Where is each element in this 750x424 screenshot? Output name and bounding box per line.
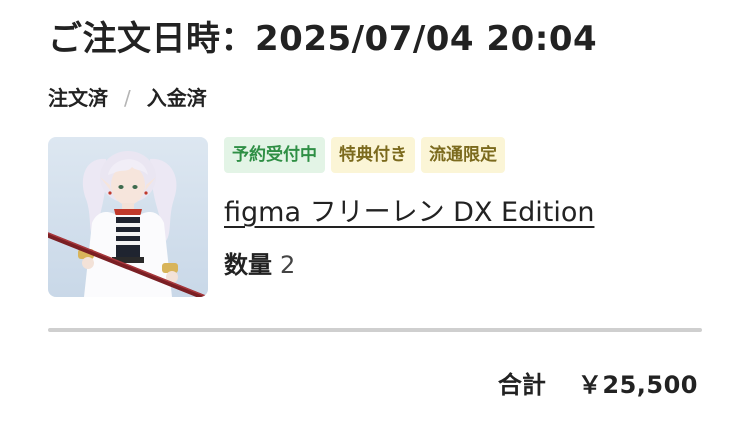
section-divider (48, 328, 702, 332)
quantity-row: 数量 2 (224, 248, 295, 282)
order-status-row: 注文済 / 入金済 (48, 84, 207, 112)
order-datetime-heading: ご注文日時：2025/07/04 20:04 (48, 14, 597, 64)
order-detail-card: ご注文日時：2025/07/04 20:04 注文済 / 入金済 予約受付中 特… (0, 0, 750, 424)
product-thumbnail[interactable] (48, 137, 208, 297)
product-name-link[interactable]: figma フリーレン DX Edition (224, 194, 594, 232)
order-date-label: ご注文日時 (48, 19, 221, 59)
status-paid: 入金済 (146, 86, 207, 110)
product-tags: 予約受付中 特典付き 流通限定 (224, 137, 505, 173)
order-datetime-value: 2025/07/04 20:04 (255, 19, 598, 59)
quantity-label: 数量 (224, 251, 272, 279)
total-label: 合計 (497, 371, 546, 399)
total-value: ￥25,500 (577, 371, 698, 399)
figure-thumbnail-icon (48, 137, 208, 297)
status-separator: / (124, 86, 131, 110)
tag-preorder: 予約受付中 (224, 137, 325, 173)
tag-limited-distribution: 流通限定 (421, 137, 505, 173)
tag-bonus: 特典付き (331, 137, 415, 173)
total-row: 合計 ￥25,500 (498, 368, 698, 402)
quantity-value: 2 (280, 251, 296, 279)
order-date-separator: ： (220, 19, 255, 59)
status-ordered: 注文済 (48, 86, 108, 110)
